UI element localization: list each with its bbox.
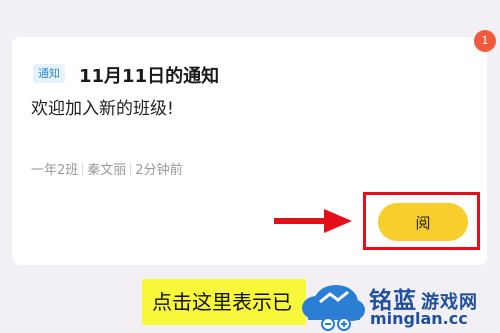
notification-meta: 一年2班 秦文丽 2分钟前 bbox=[31, 159, 183, 178]
notification-content: 欢迎加入新的班级! bbox=[31, 99, 174, 119]
mark-read-button[interactable]: 阅 bbox=[378, 203, 468, 241]
teacher-name: 秦文丽 bbox=[87, 163, 127, 178]
class-name: 一年2班 bbox=[31, 163, 79, 178]
pointer-arrow-icon bbox=[274, 209, 352, 233]
unread-count-badge: 1 bbox=[474, 30, 496, 52]
meta-divider bbox=[82, 162, 84, 175]
post-time: 2分钟前 bbox=[135, 163, 183, 178]
cloud-logo-icon bbox=[302, 285, 365, 331]
meta-divider bbox=[130, 162, 132, 175]
notice-tag: 通知 bbox=[33, 64, 65, 83]
site-watermark: 铭蓝 游戏网 minglan.cc bbox=[300, 278, 500, 333]
watermark-domain: minglan.cc bbox=[370, 309, 468, 328]
caption-banner: 点击这里表示已 bbox=[142, 279, 306, 325]
notification-title: 11月11日的通知 bbox=[79, 66, 220, 87]
